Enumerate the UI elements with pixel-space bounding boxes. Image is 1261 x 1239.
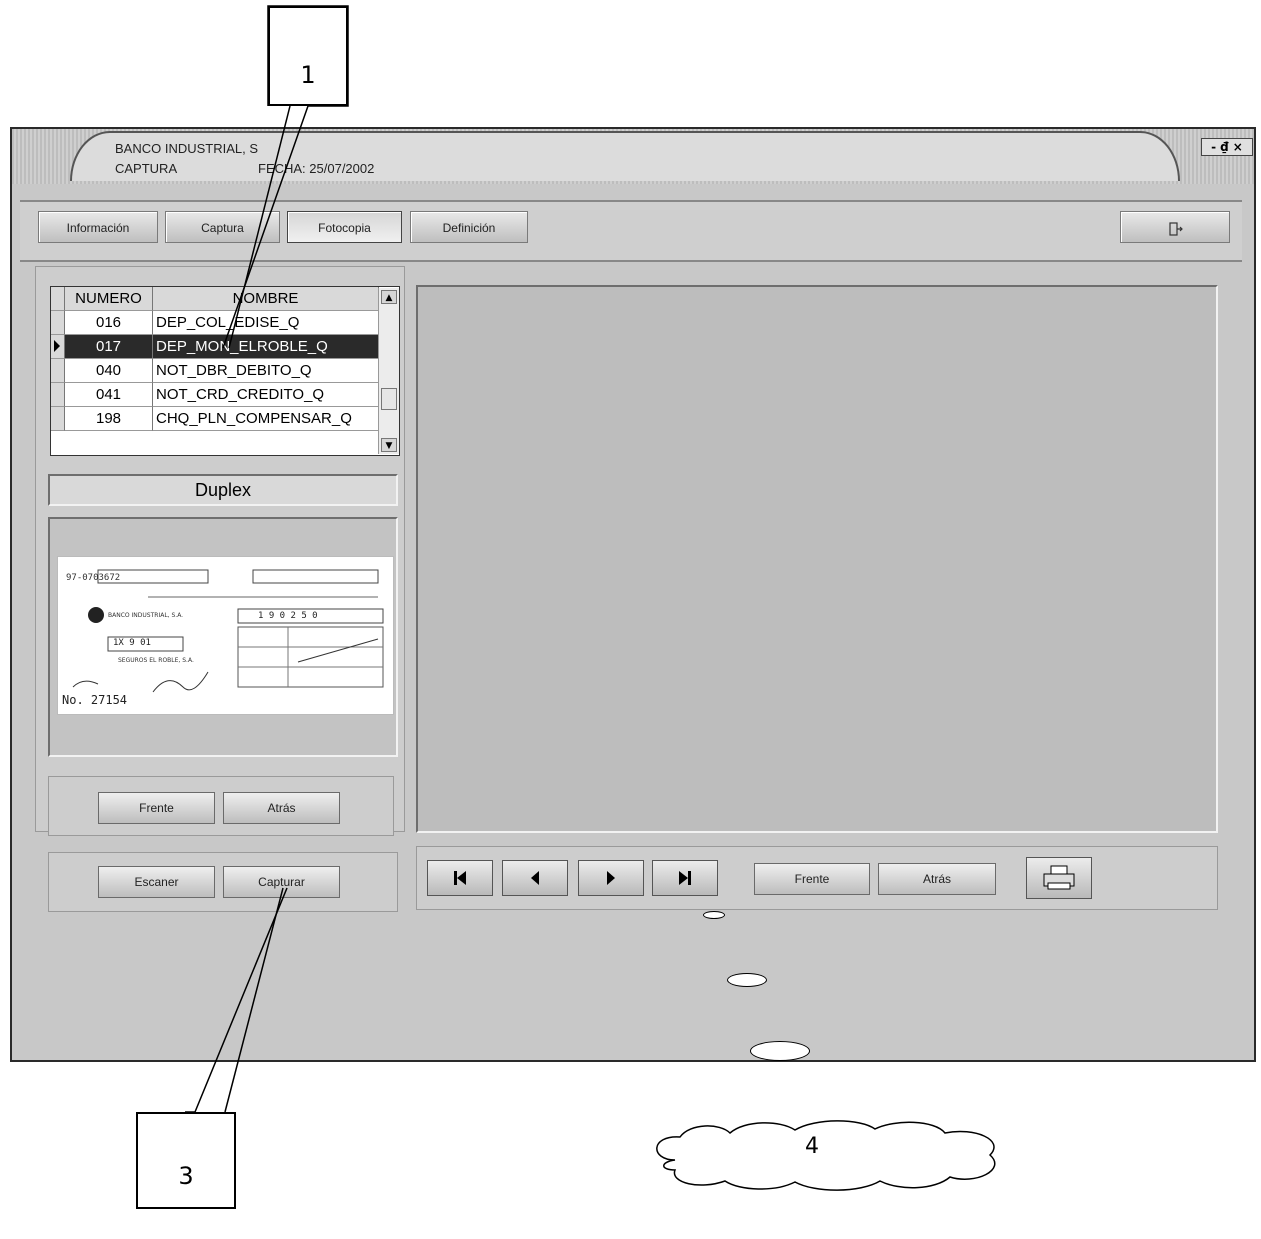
- viewer-frente-button[interactable]: Frente: [754, 863, 870, 895]
- table-row-numero[interactable]: 016: [65, 311, 153, 335]
- row-indicator: [51, 311, 65, 335]
- tab-fotocopia[interactable]: Fotocopia: [287, 211, 402, 243]
- table-row-nombre-selected[interactable]: DEP_MON_ELROBLE_Q: [153, 335, 379, 359]
- cheque-account: 97-0703672: [66, 573, 121, 583]
- last-page-button[interactable]: [652, 860, 718, 896]
- table-row-numero-selected[interactable]: 017: [65, 335, 153, 359]
- row-indicator: [51, 407, 65, 431]
- current-row-arrow-icon: [54, 340, 60, 352]
- table-row-nombre[interactable]: NOT_CRD_CREDITO_Q: [153, 383, 379, 407]
- cheque-company: SEGUROS EL ROBLE, S.A.: [118, 657, 194, 664]
- atras-button[interactable]: Atrás: [223, 792, 340, 824]
- table-row-numero[interactable]: 041: [65, 383, 153, 407]
- cheque-bank: BANCO INDUSTRIAL, S.A.: [108, 612, 184, 619]
- row-indicator: [51, 359, 65, 383]
- table-row-numero[interactable]: 198: [65, 407, 153, 431]
- module-title: CAPTURA: [115, 161, 178, 176]
- scroll-down-button[interactable]: ▼: [381, 438, 397, 452]
- first-page-icon: [454, 871, 466, 885]
- scroll-thumb[interactable]: [381, 388, 397, 410]
- window-controls[interactable]: - ₫ ×: [1201, 138, 1253, 156]
- image-viewer[interactable]: [416, 285, 1218, 833]
- capturar-button[interactable]: Capturar: [223, 866, 340, 898]
- table-row-nombre[interactable]: DEP_COL_EDISE_Q: [153, 311, 379, 335]
- table-row-numero[interactable]: 040: [65, 359, 153, 383]
- table-row-nombre[interactable]: NOT_DBR_DEBITO_Q: [153, 359, 379, 383]
- escaner-button[interactable]: Escaner: [98, 866, 215, 898]
- previous-page-icon: [531, 871, 539, 885]
- last-page-icon: [679, 871, 691, 885]
- row-indicator: [51, 383, 65, 407]
- callout-3: 3: [136, 1112, 236, 1209]
- callout-1-label: 1: [300, 61, 316, 89]
- exit-door-icon: [1169, 222, 1183, 236]
- cloud-callout-shape: [656, 1120, 996, 1191]
- app-title: BANCO INDUSTRIAL, S: [115, 141, 259, 156]
- print-button[interactable]: [1026, 857, 1092, 899]
- first-page-button[interactable]: [427, 860, 493, 896]
- tab-definicion[interactable]: Definición: [410, 211, 528, 243]
- title-plate: [70, 131, 1180, 181]
- document-type-grid[interactable]: NUMERO NOMBRE 016 DEP_COL_EDISE_Q 017 DE…: [50, 286, 400, 456]
- marker-oval-medium: [727, 973, 767, 987]
- tab-captura[interactable]: Captura: [165, 211, 280, 243]
- next-page-button[interactable]: [578, 860, 644, 896]
- viewer-atras-button[interactable]: Atrás: [878, 863, 996, 895]
- table-row-nombre[interactable]: CHQ_PLN_COMPENSAR_Q: [153, 407, 379, 431]
- cheque-number: No. 27154: [62, 693, 128, 707]
- column-header-nombre[interactable]: NOMBRE: [153, 287, 379, 311]
- cheque-date: 1X 9 01: [113, 638, 151, 648]
- column-header-numero[interactable]: NUMERO: [65, 287, 153, 311]
- duplex-label: Duplex: [48, 474, 398, 506]
- cheque-thumbnail[interactable]: 97-0703672 BANCO INDUSTRIAL, S.A. 1 9 0 …: [57, 556, 394, 715]
- date-label: FECHA: 25/07/2002: [258, 161, 375, 176]
- exit-button[interactable]: [1120, 211, 1230, 243]
- callout-1: 1: [268, 6, 348, 106]
- callout-3-label: 3: [178, 1162, 194, 1190]
- row-indicator-current: [51, 335, 65, 359]
- scroll-up-button[interactable]: ▲: [381, 290, 397, 304]
- frente-button[interactable]: Frente: [98, 792, 215, 824]
- marker-oval-small: [703, 911, 725, 919]
- previous-page-button[interactable]: [502, 860, 568, 896]
- tab-informacion[interactable]: Información: [38, 211, 158, 243]
- grid-indicator-header: [51, 287, 65, 311]
- printer-icon: [1043, 865, 1075, 890]
- grid-scrollbar[interactable]: ▲ ▼: [378, 288, 399, 454]
- callout-4-label: 4: [805, 1134, 819, 1159]
- cheque-amount: 1 9 0 2 5 0: [258, 611, 318, 621]
- next-page-icon: [607, 871, 615, 885]
- marker-oval-large: [750, 1041, 810, 1061]
